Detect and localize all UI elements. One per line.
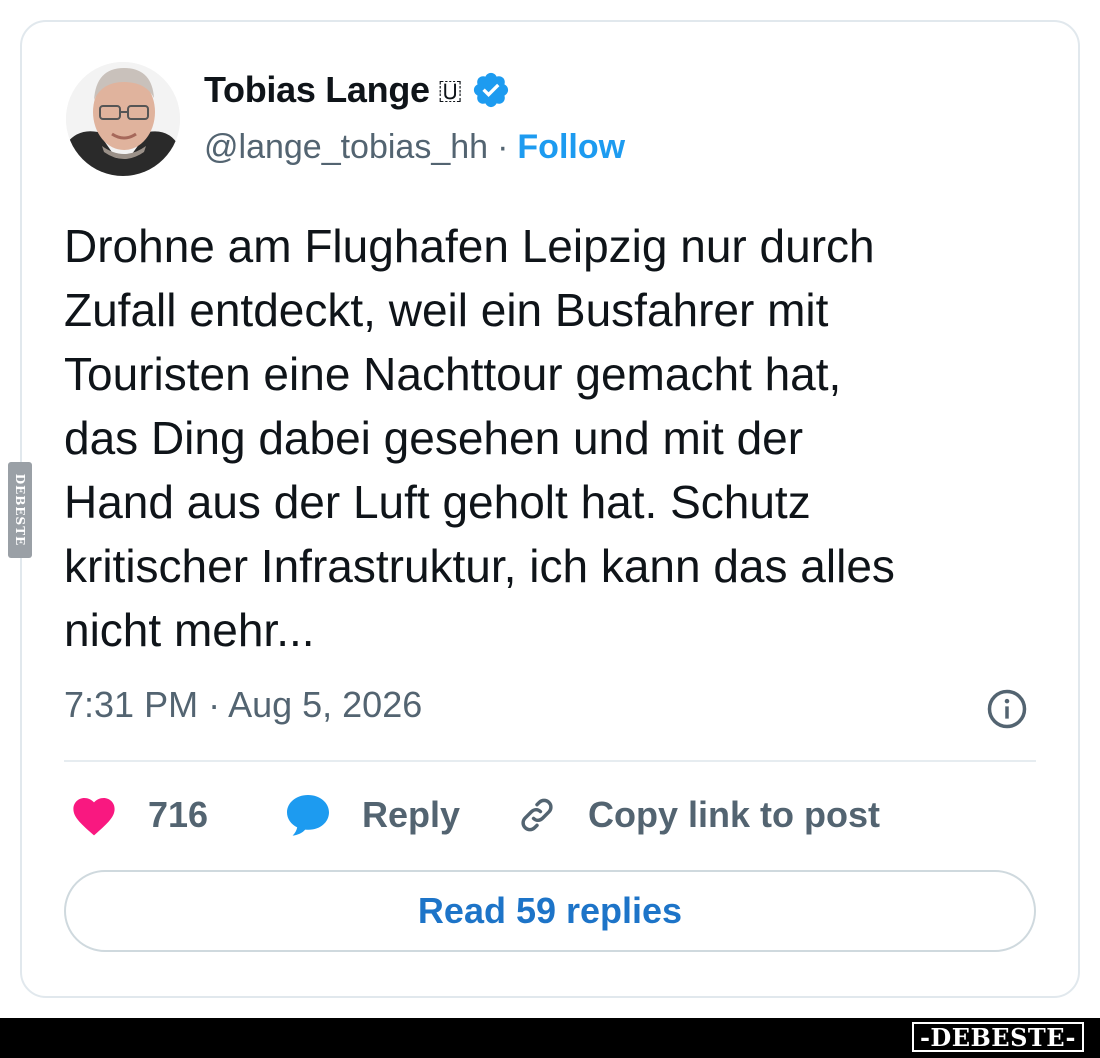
author-name[interactable]: Tobias Lange [204, 69, 430, 111]
action-bar: 716 Reply Copy link to post [64, 784, 1036, 846]
reply-bubble-icon [287, 795, 329, 836]
info-icon[interactable] [986, 688, 1028, 730]
verified-badge-icon [473, 72, 508, 108]
read-replies-button[interactable]: Read 59 replies [64, 870, 1036, 952]
copy-link-button[interactable]: Copy link to post [514, 784, 880, 846]
tweet-text-line: nicht mehr... [64, 604, 315, 656]
side-watermark-text: DEBESTE [13, 473, 27, 547]
footer-bar: -DEBESTE- [0, 1018, 1100, 1058]
tweet-text-line: Touristen eine Nachttour gemacht hat, [64, 348, 842, 400]
avatar[interactable] [66, 62, 180, 176]
footer-watermark-logo: -DEBESTE- [911, 1022, 1084, 1052]
heart-icon [73, 798, 115, 836]
author-handle-row: @lange_tobias_hh · Follow [204, 126, 625, 168]
divider [64, 760, 1036, 762]
follow-button[interactable]: Follow [517, 128, 625, 167]
tweet-text-line: kritischer Infrastruktur, ich kann das a… [64, 540, 895, 592]
reply-label: Reply [362, 794, 461, 835]
copy-link-label: Copy link to post [588, 794, 880, 835]
like-count: 716 [148, 794, 209, 835]
flag-emoji-icon: 🇺 [437, 73, 463, 105]
tweet-text-line: Zufall entdeckt, weil ein Busfahrer mit [64, 284, 829, 336]
tweet-text-line: Drohne am Flughafen Leipzig nur durch [64, 220, 875, 272]
reply-button[interactable]: Reply [284, 784, 460, 846]
tweet-text-line: das Ding dabei gesehen und mit der [64, 412, 804, 464]
tweet-text: Drohne am Flughafen Leipzig nur durch Zu… [64, 214, 1054, 662]
side-watermark: DEBESTE [8, 462, 32, 558]
separator-dot: · [497, 127, 509, 166]
tweet-timestamp[interactable]: 7:31 PM · Aug 5, 2026 [64, 684, 422, 726]
tweet-text-line: Hand aus der Luft geholt hat. Schutz [64, 476, 811, 528]
author-handle[interactable]: @lange_tobias_hh [204, 128, 488, 167]
link-icon [521, 798, 553, 832]
like-button[interactable]: 716 [70, 784, 208, 846]
author-name-row: Tobias Lange 🇺 [204, 68, 511, 112]
